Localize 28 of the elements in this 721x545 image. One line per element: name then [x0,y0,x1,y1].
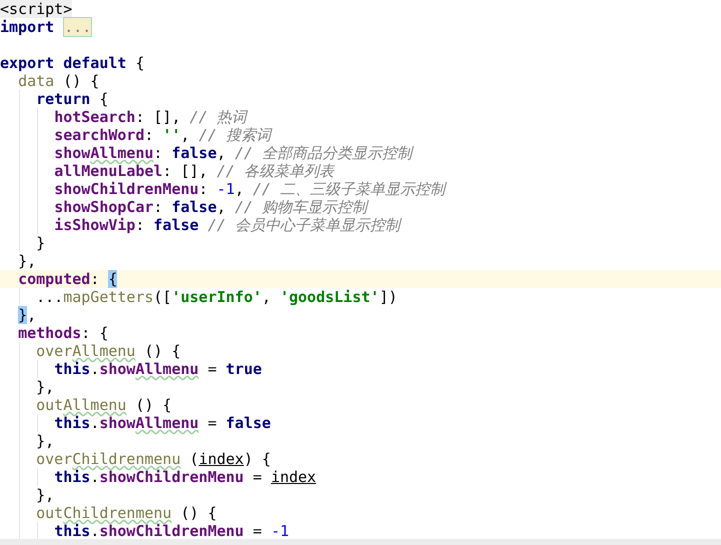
code-line: this.showAllmenu = false [0,414,721,432]
code-line: } [0,234,721,252]
code-line: showShopCar: false, // 购物车显示控制 [0,198,721,216]
folded-code-button[interactable]: ... [63,17,92,37]
code-line: showAllmenu: false, // 全部商品分类显示控制 [0,144,721,162]
code-line: overAllmenu () { [0,342,721,360]
code-line: showChildrenMenu: -1, // 二、三级子菜单显示控制 [0,180,721,198]
code-line: data () { [17,72,100,90]
code-line: hotSearch: [], // 热词 [0,108,721,126]
code-line: allMenuLabel: [], // 各级菜单列表 [0,162,721,180]
code-line: }, [0,378,721,396]
code-line: searchWord: '', // 搜索词 [0,126,721,144]
code-line: }, [17,252,38,270]
code-line: ...mapGetters(['userInfo', 'goodsList']) [0,288,721,306]
code-line: isShowVip: false // 会员中心子菜单显示控制 [0,216,721,234]
code-line: overChildrenmenu (index) { [0,450,721,468]
code-line: outChildrenmenu () { [0,504,721,522]
code-line: this.showAllmenu = true [0,360,721,378]
code-line: export default { [0,54,146,72]
code-line: }, [0,432,721,450]
code-line: outAllmenu () { [0,396,721,414]
code-keyword: import [0,18,56,36]
code-line: return { [0,90,721,108]
code-line: this.showChildrenMenu = index [0,468,721,486]
code-line: }, [0,486,721,504]
code-line: }, [17,306,38,324]
code-line: methods: { [17,324,110,342]
code-line: this.showChildrenMenu = -1 [0,522,721,540]
